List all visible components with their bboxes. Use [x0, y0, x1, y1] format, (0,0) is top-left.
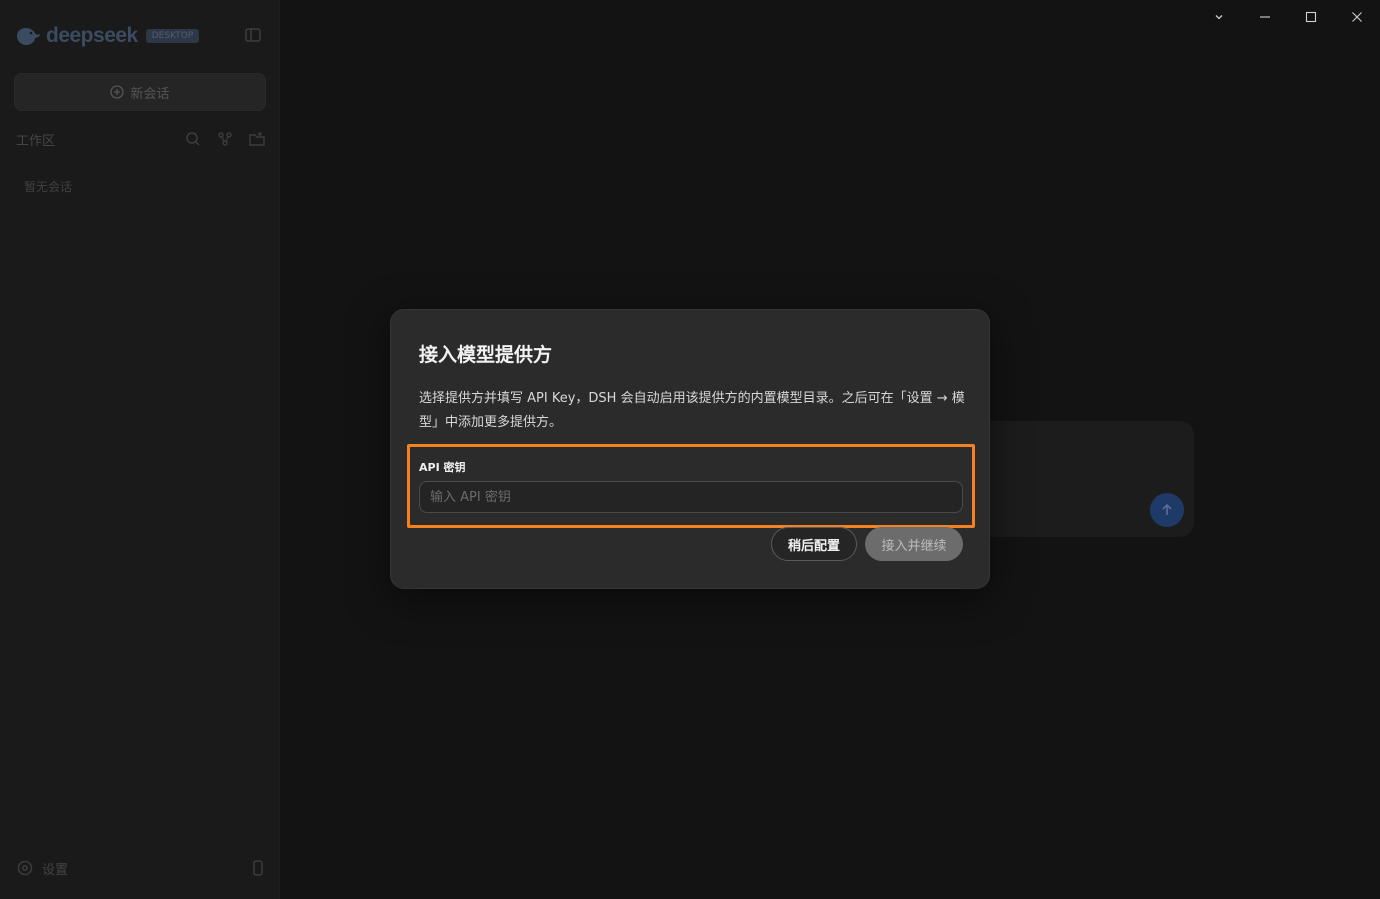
new-chat-label: 新会话	[130, 86, 170, 102]
new-folder-icon[interactable]	[248, 130, 266, 148]
maximize-icon	[1305, 11, 1317, 23]
settings-label[interactable]: 设置	[42, 859, 252, 878]
configure-later-button[interactable]: 稍后配置	[771, 527, 857, 561]
api-key-input[interactable]	[419, 481, 963, 513]
new-chat-button[interactable]: 新会话	[14, 73, 266, 111]
brand-badge: DESKTOP	[145, 29, 200, 43]
provider-setup-dialog: 接入模型提供方 选择提供方并填写 API Key，DSH 会自动启用该提供方的内…	[390, 309, 990, 589]
sidebar: deepseek DESKTOP 新会话 工作区 暂无会话 设置	[0, 0, 280, 899]
window-controls	[1196, 0, 1380, 34]
dialog-description: 选择提供方并填写 API Key，DSH 会自动启用该提供方的内置模型目录。之后…	[419, 391, 965, 430]
empty-sessions-hint: 暂无会话	[24, 180, 73, 194]
dialog-title: 接入模型提供方	[419, 344, 553, 366]
brand-name: deepseek	[46, 24, 138, 47]
workspace-title: 工作区	[16, 133, 56, 149]
plus-circle-icon	[110, 85, 125, 99]
deepseek-whale-icon	[17, 28, 40, 45]
message-composer	[960, 421, 1194, 537]
arrow-up-icon	[1162, 503, 1172, 515]
close-button[interactable]	[1334, 0, 1380, 34]
api-key-label: API 密钥	[419, 461, 466, 474]
connect-continue-button[interactable]: 接入并继续	[865, 527, 963, 561]
search-icon[interactable]	[184, 130, 202, 148]
close-icon	[1352, 12, 1362, 22]
api-key-field-highlight: API 密钥	[407, 444, 975, 528]
sidebar-collapse-icon[interactable]	[244, 26, 262, 44]
minimize-icon	[1260, 16, 1270, 18]
graph-icon[interactable]	[216, 130, 234, 148]
minimize-button[interactable]	[1242, 0, 1288, 34]
gear-icon[interactable]	[16, 859, 34, 877]
phone-icon[interactable]	[252, 859, 264, 877]
sidebar-footer: 设置	[16, 856, 264, 880]
send-button[interactable]	[1150, 493, 1184, 527]
workspace-header: 工作区	[16, 128, 266, 150]
maximize-button[interactable]	[1288, 0, 1334, 34]
window-menu-button[interactable]	[1196, 0, 1242, 34]
app-window: deepseek DESKTOP 新会话 工作区 暂无会话 设置 接入模型提供方…	[0, 0, 1380, 899]
brand: deepseek DESKTOP	[14, 22, 200, 50]
chevron-down-icon	[1215, 15, 1223, 20]
